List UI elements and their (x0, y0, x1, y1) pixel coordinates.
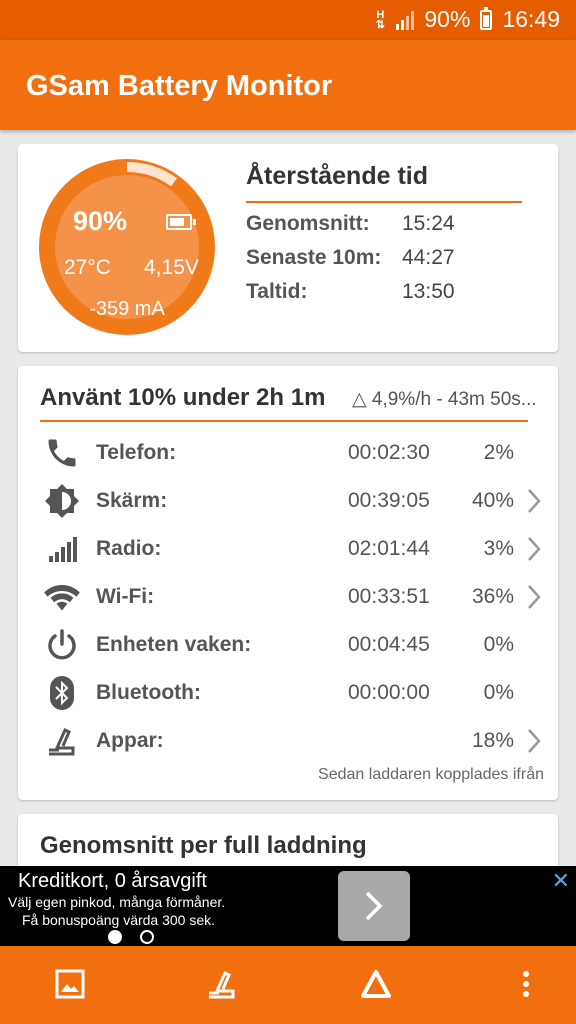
carousel-dot[interactable] (140, 930, 154, 944)
usage-row-wifi[interactable]: Wi-Fi: 00:33:51 36% (18, 573, 558, 621)
divider (246, 201, 522, 203)
usage-rate: △ 4,9%/h - 43m 50s... (352, 389, 537, 410)
app-bar: GSam Battery Monitor (0, 40, 576, 130)
battery-temperature: 27°C (64, 256, 111, 279)
clock: 16:49 (502, 6, 560, 32)
delta-icon[interactable] (358, 966, 394, 1002)
usage-row-screen[interactable]: Skärm: 00:39:05 40% (18, 477, 558, 525)
usage-row-radio[interactable]: Radio: 02:01:44 3% (18, 525, 558, 573)
power-icon (42, 627, 82, 663)
ad-text-line: Välj egen pinkod, många förmåner. (8, 894, 226, 910)
status-bar: H ⇅ 90% 16:49 (0, 0, 576, 40)
chevron-right-icon[interactable] (524, 535, 544, 563)
remaining-time-title: Återstående tid (246, 162, 428, 190)
ad-close-icon[interactable]: ✕ (552, 868, 570, 894)
usage-row-apps[interactable]: Appar: 18% (18, 717, 558, 765)
image-icon[interactable] (52, 966, 88, 1002)
apps-icon[interactable] (204, 966, 240, 1002)
carousel-dot-active[interactable] (108, 930, 122, 944)
ad-banner[interactable]: Kreditkort, 0 årsavgift Välj egen pinkod… (0, 866, 576, 946)
battery-icon (480, 6, 493, 30)
app-title: GSam Battery Monitor (26, 70, 333, 102)
remaining-row: Senaste 10m: 44:27 (246, 246, 455, 269)
brightness-icon (42, 483, 82, 519)
ad-text-line: Få bonuspoäng värda 300 sek. (22, 912, 216, 928)
chevron-right-icon[interactable] (524, 487, 544, 515)
bottom-action-bar (0, 946, 576, 1024)
remaining-row: Genomsnitt: 15:24 (246, 212, 455, 235)
chevron-right-icon[interactable] (524, 727, 544, 755)
wifi-icon (42, 579, 82, 615)
usage-row-phone[interactable]: Telefon: 00:02:30 2% (18, 429, 558, 477)
battery-percentage: 90% (424, 6, 471, 32)
usage-card: Använt 10% under 2h 1m △ 4,9%/h - 43m 50… (18, 366, 558, 800)
usage-title: Använt 10% under 2h 1m (40, 384, 326, 411)
chevron-right-icon[interactable] (524, 583, 544, 611)
battery-icon (166, 214, 196, 230)
chevron-right-icon (365, 891, 383, 921)
signal-strength-icon (396, 10, 415, 30)
divider (40, 420, 528, 422)
ad-title: Kreditkort, 0 årsavgift (18, 870, 207, 892)
more-options-icon[interactable] (508, 966, 544, 1002)
battery-status-card[interactable]: 90% 27°C 4,15V -359 mA Återstående tid G… (18, 144, 558, 352)
apps-icon (42, 723, 82, 759)
phone-icon (42, 435, 82, 471)
remaining-row: Taltid: 13:50 (246, 280, 455, 303)
network-type-indicator: H ⇅ (375, 8, 385, 31)
battery-current: -359 mA (89, 298, 165, 320)
average-card-title: Genomsnitt per full laddning (40, 832, 367, 859)
usage-row-device-awake[interactable]: Enheten vaken: 00:04:45 0% (18, 621, 558, 669)
average-per-charge-card[interactable]: Genomsnitt per full laddning (18, 814, 558, 874)
usage-row-bluetooth[interactable]: Bluetooth: 00:00:00 0% (18, 669, 558, 717)
usage-footer-note: Sedan laddaren kopplades ifrån (318, 766, 544, 783)
battery-gauge: 90% 27°C 4,15V -359 mA (38, 158, 216, 336)
battery-voltage: 4,15V (144, 256, 199, 279)
bluetooth-icon (42, 675, 82, 711)
battery-level: 90% (73, 206, 128, 236)
signal-bars-icon (42, 531, 82, 567)
ad-action-button[interactable] (338, 871, 410, 941)
